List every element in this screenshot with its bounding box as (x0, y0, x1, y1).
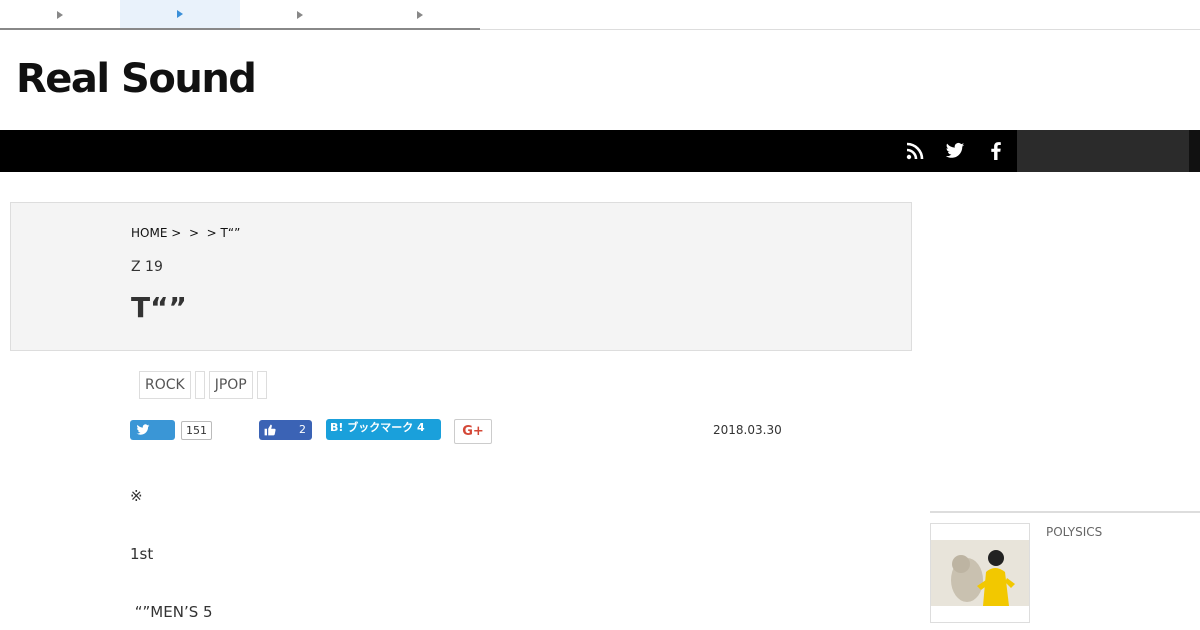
article-paragraph: 1st (130, 545, 154, 563)
article-title: T“” (131, 291, 187, 324)
twitter-icon (136, 424, 150, 435)
twitter-icon[interactable] (945, 141, 965, 161)
tag-list: ROCK JPOP (139, 371, 267, 399)
tag-rock[interactable]: ROCK (139, 371, 191, 399)
tab-strip-underline (0, 28, 480, 30)
triangle-right-icon (417, 11, 423, 19)
top-tab-4[interactable] (360, 0, 480, 30)
sidebar-article-label[interactable]: POLYSICS (1046, 525, 1102, 539)
tweet-count: 151 (181, 421, 212, 440)
tag-jpop[interactable]: JPOP (208, 371, 253, 399)
rss-icon[interactable] (905, 141, 925, 161)
artist-photo-image (931, 540, 1029, 606)
thumbs-up-icon (264, 424, 276, 436)
site-logo[interactable]: Real Sound (16, 56, 257, 102)
tweet-button[interactable] (130, 420, 175, 440)
search-button[interactable] (1189, 130, 1200, 172)
triangle-right-icon (297, 11, 303, 19)
hatena-bookmark-button[interactable]: B! ブックマーク 4 (326, 419, 441, 440)
publish-date: 2018.03.30 (713, 423, 782, 437)
top-tab-1[interactable] (0, 0, 120, 30)
top-tab-3[interactable] (240, 0, 360, 30)
breadcrumb-separator: > (188, 226, 199, 240)
triangle-right-icon (177, 10, 183, 18)
social-bar (0, 130, 1200, 172)
facebook-icon[interactable] (986, 141, 1006, 161)
article-paragraph: “”MEN’S 5 (130, 603, 213, 621)
article-paragraph: ※ (130, 487, 143, 505)
breadcrumb-home[interactable]: HOME (131, 226, 167, 240)
top-tab-strip (0, 0, 1200, 30)
triangle-right-icon (57, 11, 63, 19)
breadcrumb-separator: > (171, 226, 182, 240)
google-plus-button[interactable]: G+ (454, 419, 492, 444)
sidebar-divider (930, 511, 1200, 513)
article-header-panel: HOME > > > T“” Z 19 T“” (10, 202, 912, 351)
article-subhead: Z 19 (131, 259, 163, 275)
sidebar-thumbnail[interactable] (930, 523, 1030, 623)
breadcrumb: HOME > > > T“” (131, 226, 240, 240)
breadcrumb-current: T“” (220, 226, 241, 240)
like-count: 2 (299, 423, 306, 436)
facebook-like-button[interactable]: 2 (259, 420, 312, 440)
top-tab-2[interactable] (120, 0, 240, 30)
tag-empty[interactable] (194, 371, 205, 399)
tag-empty[interactable] (256, 371, 267, 399)
breadcrumb-separator: > (206, 226, 217, 240)
search-input[interactable] (1017, 130, 1189, 172)
